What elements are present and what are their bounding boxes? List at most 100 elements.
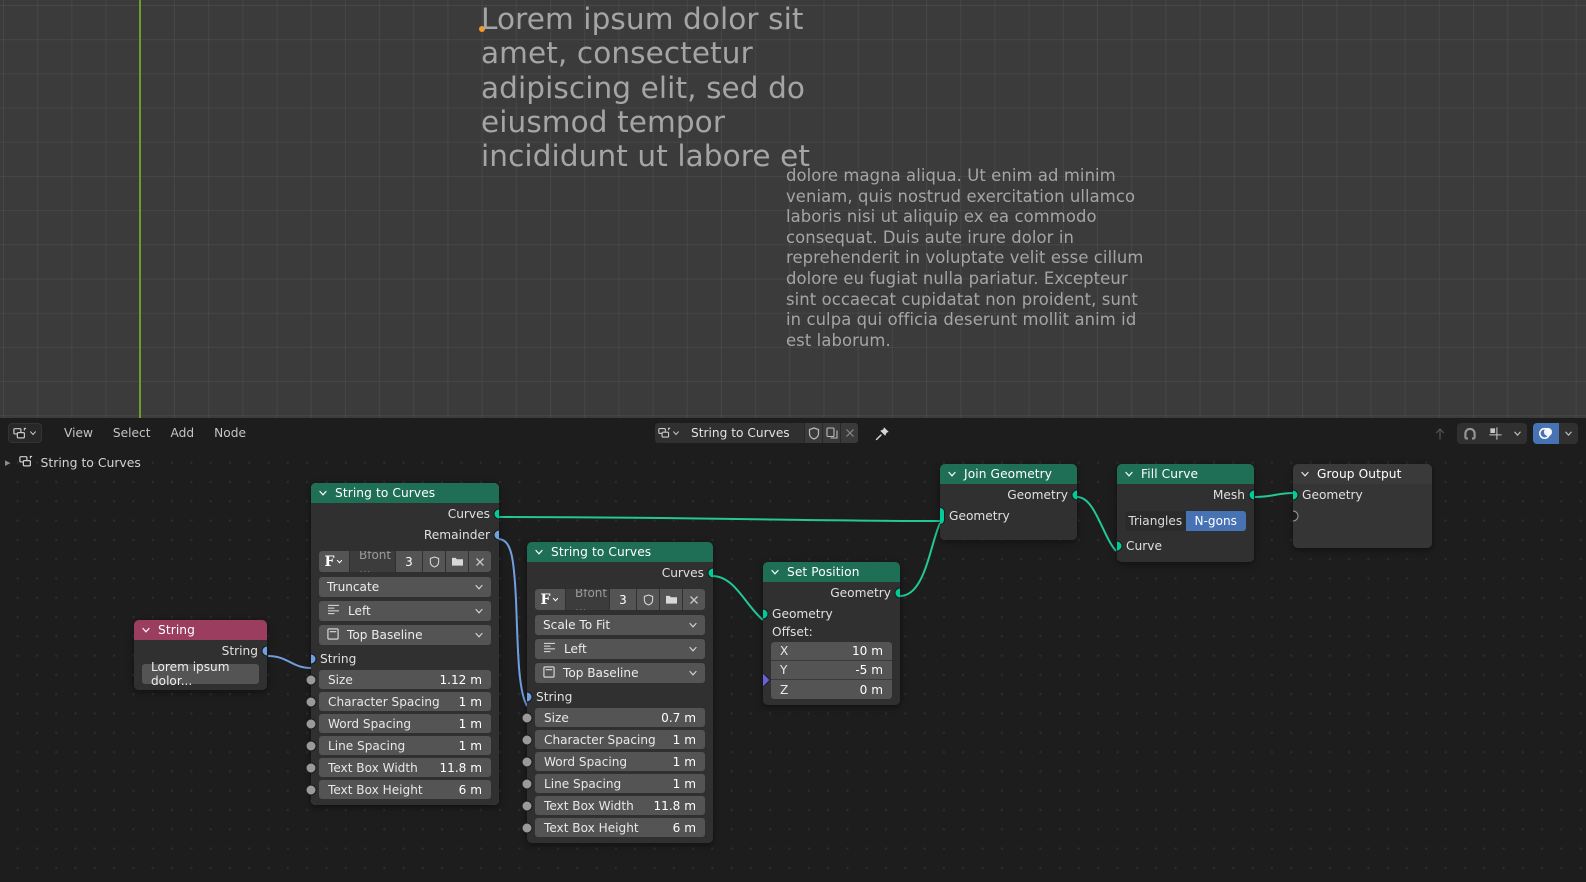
input-socket-geometry-multi[interactable] bbox=[940, 506, 945, 525]
node-fill-curve[interactable]: Fill Curve Mesh Triangles N-gons Curve bbox=[1117, 464, 1254, 562]
output-socket-remainder[interactable] bbox=[493, 529, 499, 540]
3d-viewport[interactable]: Lorem ipsum dolor sit amet, consectetur … bbox=[0, 0, 1586, 418]
font-users-count[interactable]: 3 bbox=[396, 551, 422, 572]
chevron-down-icon[interactable] bbox=[534, 547, 544, 557]
chevron-down-icon[interactable] bbox=[141, 625, 151, 635]
mode-ngons-button[interactable]: N-gons bbox=[1185, 511, 1246, 531]
field-line-spacing[interactable]: Line Spacing 1 m bbox=[535, 774, 705, 793]
string-value-field[interactable]: Lorem ipsum dolor... bbox=[142, 660, 259, 688]
input-socket-text-box-width[interactable] bbox=[521, 800, 533, 812]
input-socket-string[interactable] bbox=[311, 653, 317, 664]
unlink-datablock-button[interactable] bbox=[840, 423, 858, 443]
align-x-dropdown[interactable]: Left bbox=[535, 639, 705, 659]
node-string-to-curves-1[interactable]: String to Curves Curves Remainder F Bfon… bbox=[305, 483, 499, 805]
field-size[interactable]: Size 0.7 m bbox=[535, 708, 705, 727]
shield-icon[interactable] bbox=[423, 551, 445, 572]
offset-field-x[interactable]: X 10 m bbox=[771, 642, 892, 661]
input-socket-text-box-height[interactable] bbox=[305, 784, 317, 796]
input-socket-character-spacing[interactable] bbox=[521, 734, 533, 746]
font-users-count[interactable]: 3 bbox=[610, 589, 636, 610]
editor-type-button[interactable] bbox=[8, 423, 42, 443]
folder-icon[interactable] bbox=[446, 551, 468, 572]
node-set-position[interactable]: Set Position Geometry Geometry Offset: X… bbox=[763, 562, 900, 705]
input-socket-new[interactable] bbox=[1293, 510, 1299, 521]
node-header-set-position[interactable]: Set Position bbox=[763, 562, 900, 582]
input-socket-character-spacing[interactable] bbox=[305, 696, 317, 708]
field-size[interactable]: Size 1.12 m bbox=[319, 670, 491, 689]
output-socket-geometry[interactable] bbox=[894, 587, 900, 598]
node-group-browse-button[interactable] bbox=[655, 423, 683, 443]
font-browse-button[interactable]: F bbox=[535, 589, 565, 610]
offset-field-z[interactable]: Z 0 m bbox=[771, 680, 892, 699]
chevron-down-icon[interactable] bbox=[318, 488, 328, 498]
input-socket-size[interactable] bbox=[521, 712, 533, 724]
folder-icon[interactable] bbox=[660, 589, 682, 610]
duplicate-datablock-button[interactable] bbox=[822, 423, 840, 443]
input-socket-string[interactable] bbox=[527, 691, 533, 702]
input-socket-line-spacing[interactable] bbox=[305, 740, 317, 752]
menu-view[interactable]: View bbox=[54, 421, 103, 445]
node-group-output[interactable]: Group Output Geometry bbox=[1293, 464, 1432, 548]
chevron-down-icon[interactable] bbox=[770, 567, 780, 577]
pin-button[interactable] bbox=[872, 423, 892, 443]
field-word-spacing[interactable]: Word Spacing 1 m bbox=[535, 752, 705, 771]
overlay-dropdown-button[interactable] bbox=[1559, 423, 1578, 444]
menu-select[interactable]: Select bbox=[103, 421, 161, 445]
overlays-toggle-button[interactable] bbox=[1533, 423, 1559, 444]
mode-triangles-button[interactable]: Triangles bbox=[1125, 511, 1186, 531]
overflow-dropdown[interactable]: Scale To Fit bbox=[535, 615, 705, 635]
output-socket-mesh[interactable] bbox=[1248, 489, 1254, 500]
snap-target-button[interactable] bbox=[1483, 423, 1508, 444]
node-header-string[interactable]: String bbox=[134, 620, 267, 640]
field-text-box-width[interactable]: Text Box Width 11.8 m bbox=[319, 758, 491, 777]
field-text-box-height[interactable]: Text Box Height 6 m bbox=[319, 780, 491, 799]
output-socket-curves[interactable] bbox=[707, 567, 713, 578]
node-canvas[interactable]: String String Lorem ipsum dolor... Strin… bbox=[0, 448, 1586, 882]
field-line-spacing[interactable]: Line Spacing 1 m bbox=[319, 736, 491, 755]
snap-toggle-button[interactable] bbox=[1457, 423, 1483, 444]
node-header-string-to-curves-2[interactable]: String to Curves bbox=[527, 542, 713, 562]
input-socket-line-spacing[interactable] bbox=[521, 778, 533, 790]
node-string-to-curves-2[interactable]: String to Curves Curves F Bfont ... 3 Sc… bbox=[521, 542, 713, 843]
snap-dropdown-button[interactable] bbox=[1508, 423, 1527, 444]
input-socket-curve[interactable] bbox=[1117, 540, 1123, 551]
field-character-spacing[interactable]: Character Spacing 1 m bbox=[319, 692, 491, 711]
menu-node[interactable]: Node bbox=[204, 421, 256, 445]
snap-controls bbox=[1457, 423, 1527, 444]
overflow-dropdown[interactable]: Truncate bbox=[319, 577, 491, 597]
input-socket-geometry[interactable] bbox=[763, 608, 769, 619]
output-socket-curves[interactable] bbox=[493, 508, 499, 519]
input-socket-geometry[interactable] bbox=[1293, 489, 1299, 500]
x-icon[interactable] bbox=[683, 589, 705, 610]
breadcrumb-expand-arrow[interactable]: ▸ bbox=[5, 456, 11, 469]
shield-icon[interactable] bbox=[637, 589, 659, 610]
offset-field-y[interactable]: Y -5 m bbox=[771, 661, 892, 680]
field-word-spacing[interactable]: Word Spacing 1 m bbox=[319, 714, 491, 733]
output-socket-geometry[interactable] bbox=[1071, 489, 1077, 500]
align-y-dropdown[interactable]: Top Baseline bbox=[535, 663, 705, 683]
field-character-spacing[interactable]: Character Spacing 1 m bbox=[535, 730, 705, 749]
align-x-dropdown[interactable]: Left bbox=[319, 601, 491, 621]
input-socket-text-box-height[interactable] bbox=[521, 822, 533, 834]
x-icon[interactable] bbox=[469, 551, 491, 572]
align-y-dropdown[interactable]: Top Baseline bbox=[319, 625, 491, 645]
input-socket-text-box-width[interactable] bbox=[305, 762, 317, 774]
font-browse-button[interactable]: F bbox=[319, 551, 349, 572]
input-socket-offset[interactable] bbox=[763, 672, 771, 688]
socket-row-geometry-output: Geometry bbox=[940, 484, 1077, 505]
input-socket-word-spacing[interactable] bbox=[305, 718, 317, 730]
field-text-box-height[interactable]: Text Box Height 6 m bbox=[535, 818, 705, 837]
go-to-parent-button[interactable] bbox=[1429, 423, 1451, 444]
font-name-field[interactable]: Bfont ... bbox=[566, 589, 609, 610]
menu-add[interactable]: Add bbox=[161, 421, 205, 445]
input-socket-word-spacing[interactable] bbox=[521, 756, 533, 768]
input-socket-size[interactable] bbox=[305, 674, 317, 686]
output-socket-string[interactable] bbox=[261, 645, 267, 656]
font-name-field[interactable]: Bfont ... bbox=[350, 551, 395, 572]
node-header-string-to-curves-1[interactable]: String to Curves bbox=[311, 483, 499, 503]
fake-user-button[interactable] bbox=[804, 423, 822, 443]
field-row-word-spacing: Word Spacing 1 m bbox=[521, 752, 713, 771]
node-string[interactable]: String String Lorem ipsum dolor... bbox=[134, 620, 267, 690]
field-text-box-width[interactable]: Text Box Width 11.8 m bbox=[535, 796, 705, 815]
node-group-name-field[interactable]: String to Curves bbox=[683, 423, 804, 443]
